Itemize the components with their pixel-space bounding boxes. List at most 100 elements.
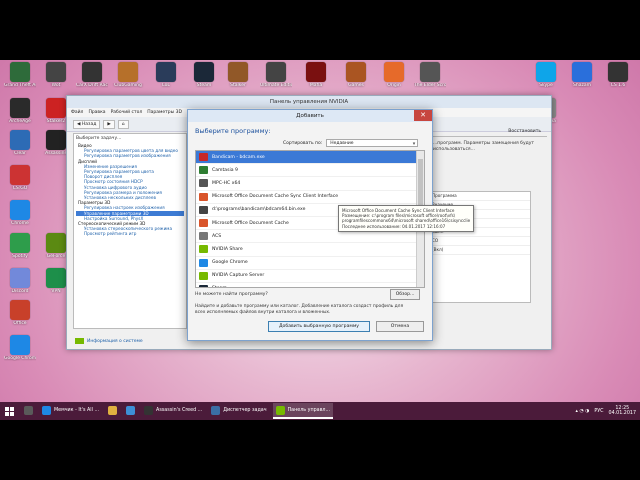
taskbar-button[interactable]: Диспетчер задач <box>208 403 269 419</box>
add-selected-program-button[interactable]: Добавить выбранную программу <box>268 321 370 332</box>
program-icon <box>199 245 208 254</box>
desktop-icon-label: Games <box>348 83 364 88</box>
taskbar-button[interactable]: Assassin's Creed ... <box>141 403 205 419</box>
program-name: d:\programs\bandicam\bdcam64.bin.exe <box>212 207 306 213</box>
program-list-item[interactable]: MPC-HC x64 <box>196 177 424 191</box>
desktop-icon[interactable]: Discord <box>4 268 36 294</box>
desktop-icon[interactable]: ClubGaming <box>112 62 144 88</box>
program-icon <box>199 232 208 241</box>
desktop-icon[interactable]: Origin <box>378 62 410 88</box>
desktop-icon-label: ArcheAge <box>9 119 31 124</box>
app-icon <box>10 62 30 82</box>
program-name: Bandicam - bdcam.exe <box>212 154 265 160</box>
desktop-icon[interactable]: CS:GO <box>4 165 36 191</box>
menu-item[interactable]: Рабочий стол <box>111 110 143 115</box>
app-icon <box>306 62 326 82</box>
app-icon <box>46 98 66 118</box>
desktop-icon[interactable]: Google Chrome <box>4 335 36 361</box>
desktop-icon[interactable]: Chrome <box>4 200 36 226</box>
desktop-icon[interactable]: Spotify <box>4 233 36 259</box>
desktop-icon-label: Origin <box>387 83 401 88</box>
desktop-icon[interactable]: Steam <box>188 62 220 88</box>
app-icon <box>10 335 30 355</box>
program-icon <box>199 192 208 201</box>
app-icon <box>10 165 30 185</box>
menu-item[interactable]: Файл <box>71 110 83 115</box>
taskbar-button[interactable] <box>105 403 120 419</box>
desktop-icon[interactable]: Grand Theft Auto V <box>4 62 36 88</box>
desktop-icon[interactable]: Shazam <box>566 62 598 88</box>
desktop-icon[interactable]: Office <box>4 300 36 326</box>
language-indicator[interactable]: РУС <box>594 409 603 414</box>
menu-item[interactable]: Правка <box>88 110 105 115</box>
desktop-icon[interactable]: LoL <box>150 62 182 88</box>
tree-item[interactable]: Регулировка параметров изображения <box>76 153 184 158</box>
program-list-item[interactable]: Steam <box>196 283 424 287</box>
taskbar-button[interactable]: Панель управл... <box>272 403 334 419</box>
desktop-icon[interactable]: Skype <box>530 62 562 88</box>
sort-dropdown[interactable]: Недавние <box>326 139 419 148</box>
taskbar-button[interactable] <box>123 403 138 419</box>
nvidia-logo-icon <box>75 338 84 344</box>
desktop-icon[interactable]: Clear <box>4 130 36 156</box>
home-icon[interactable]: ⌂ <box>117 119 129 129</box>
app-icon <box>420 62 440 82</box>
app-icon <box>10 268 30 288</box>
sort-label: Сортировать по: <box>283 140 323 146</box>
back-label: Назад <box>81 121 97 127</box>
taskbar-button[interactable]: Мемчик - It's All ... <box>39 403 102 419</box>
desktop-icon-label: CS 1.6 <box>610 83 626 88</box>
program-icon <box>199 205 208 214</box>
taskbar-button[interactable] <box>21 403 36 419</box>
close-icon[interactable]: ✕ <box>414 110 432 121</box>
app-icon <box>536 62 556 82</box>
app-icon <box>266 62 286 82</box>
clock[interactable]: 12:25 04.01.2017 <box>609 406 636 417</box>
settings-row[interactable]: Программа <box>430 192 530 201</box>
desktop-icon[interactable]: Mafia <box>300 62 332 88</box>
desktop-icon[interactable]: CarX Drift Racing <box>76 62 108 88</box>
taskbar-label: Assassin's Creed ... <box>156 407 203 413</box>
task-tree-panel: Выберите задачу... Видео Регулировка пара… <box>73 133 187 329</box>
restore-link[interactable]: Восстановить <box>508 129 541 134</box>
desktop-icon-label: Grand Theft Auto V <box>4 83 36 88</box>
program-name: Microsoft Office Document Cache <box>212 220 289 226</box>
desktop-icon[interactable]: Ultimate Edition <box>260 62 292 88</box>
menu-item[interactable]: Параметры 3D <box>147 110 182 115</box>
letterbox-top <box>0 0 640 60</box>
app-icon <box>46 233 66 253</box>
desktop-icon[interactable]: The Elder Scrolls V <box>414 62 446 88</box>
desktop-icon[interactable]: CS 1.6 <box>602 62 634 88</box>
desktop-icon-label: Stalker <box>230 83 246 88</box>
program-list-item[interactable]: NVIDIA Capture Server <box>196 270 424 283</box>
desktop-icon-label: LoL <box>162 83 170 88</box>
program-list-item[interactable]: NVIDIA Share <box>196 243 424 257</box>
desktop-icon[interactable]: Games <box>340 62 372 88</box>
desktop-icon-label: Google Chrome <box>4 356 36 361</box>
settings-row[interactable]: (Вкл) <box>430 246 530 255</box>
tree-item[interactable]: Просмотр рейтинга игр <box>76 231 184 236</box>
forward-button[interactable]: ▶ <box>103 119 115 129</box>
tray-icons[interactable]: ▴ ◔ ◑ <box>576 409 590 414</box>
browse-button[interactable]: Обзор... <box>390 289 420 300</box>
desktop-icon[interactable]: Stalker <box>222 62 254 88</box>
settings-row[interactable]: CO <box>430 237 530 246</box>
program-list-item[interactable]: ACS <box>196 230 424 244</box>
program-list-item[interactable]: Microsoft Office Document Cache Sync Cli… <box>196 191 424 204</box>
desktop-icon[interactable]: ArcheAge <box>4 98 36 124</box>
program-name: Google Chrome <box>212 260 248 266</box>
desktop-icon-label: Shazam <box>573 83 591 88</box>
app-icon <box>228 62 248 82</box>
system-info-link[interactable]: Информация о системе <box>75 338 143 344</box>
desktop-icon[interactable]: Wot <box>40 62 72 88</box>
app-icon <box>46 62 66 82</box>
back-button[interactable]: ◀ Назад <box>73 119 101 129</box>
program-list-item[interactable]: Google Chrome <box>196 257 424 270</box>
cancel-button[interactable]: Отмена <box>376 321 424 332</box>
taskbar-app-icon <box>126 405 136 415</box>
program-list-item[interactable]: Bandicam - bdcam.exe <box>196 151 424 165</box>
desktop-icon-label: Wot <box>51 83 61 88</box>
program-list-item[interactable]: Camtasia 9 <box>196 164 424 178</box>
program-icon <box>199 219 208 228</box>
start-button[interactable] <box>0 402 18 420</box>
